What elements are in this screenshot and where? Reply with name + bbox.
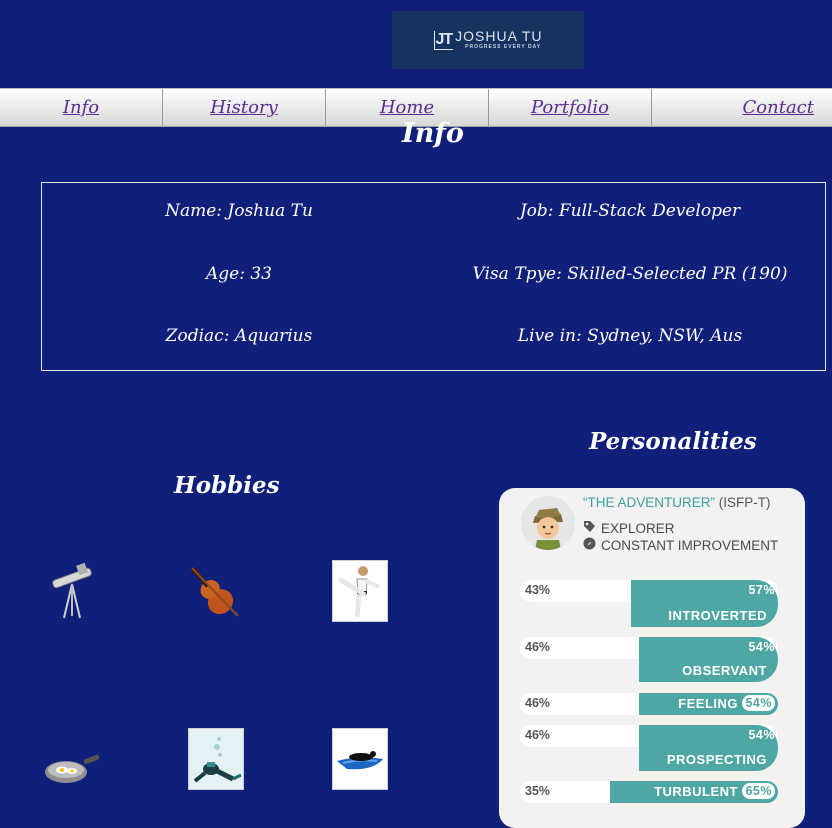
- trait-label: PROSPECTING: [666, 752, 767, 767]
- trait-right-pct: 54%: [742, 695, 775, 711]
- trait-row-introverted: 43% 57% INTROVERTED: [520, 580, 778, 627]
- trait-bar-introverted: 57% INTROVERTED: [631, 580, 778, 627]
- compass-icon: [583, 537, 596, 553]
- trait-right-pct: 54%: [748, 640, 775, 654]
- info-visa: Visa Tpye: Skilled-Selected PR (190): [472, 264, 788, 284]
- tag-icon: [583, 520, 596, 536]
- trait-left-pct: 46%: [525, 696, 551, 710]
- logo-text: JOSHUA TU PROGRESS EVERY DAY: [455, 29, 542, 51]
- info-name: Name: Joshua Tu: [165, 201, 313, 221]
- trait-row-feeling: 46% 54% FEELING: [520, 693, 778, 715]
- strategy-row: CONSTANT IMPROVEMENT: [583, 537, 778, 553]
- trait-left-pct: 35%: [525, 784, 551, 798]
- trait-row-turbulent: 35% 65% TURBULENT: [520, 781, 778, 803]
- trait-row-observant: 46% 54% OBSERVANT: [520, 637, 778, 682]
- role-row: EXPLORER: [583, 520, 675, 536]
- info-location: Live in: Sydney, NSW, Aus: [517, 326, 743, 346]
- trait-left-pct: 43%: [525, 583, 551, 597]
- trait-right-pct: 65%: [742, 783, 775, 799]
- trait-bar-turbulent: 65% TURBULENT: [610, 781, 778, 803]
- info-age: Age: 33: [206, 264, 272, 284]
- trait-bar-prospecting: 54% PROSPECTING: [639, 725, 778, 771]
- trait-label: FEELING: [678, 696, 738, 711]
- info-zodiac: Zodiac: Aquarius: [165, 326, 313, 346]
- avatar: [521, 496, 575, 550]
- trait-left-pct: 46%: [525, 640, 551, 654]
- trait-label: INTROVERTED: [668, 608, 767, 623]
- logo-name: JOSHUA TU: [455, 28, 543, 44]
- personality-strategy: CONSTANT IMPROVEMENT: [601, 537, 779, 553]
- logo-lockup: JT JOSHUA TU PROGRESS EVERY DAY: [433, 29, 543, 51]
- site-logo[interactable]: JT JOSHUA TU PROGRESS EVERY DAY: [392, 11, 584, 69]
- hobbies-title: Hobbies: [174, 472, 280, 499]
- info-job: Job: Full-Stack Developer: [519, 201, 741, 221]
- telescope-icon: [44, 560, 100, 622]
- violin-icon: [186, 560, 242, 622]
- trait-bar-observant: 54% OBSERVANT: [639, 637, 778, 682]
- personality-type: “THE ADVENTURER” (ISFP-T): [583, 495, 771, 510]
- martial-arts-icon: [332, 560, 388, 622]
- trait-bar-feeling: 54% FEELING: [639, 693, 778, 715]
- trait-right-pct: 57%: [748, 583, 775, 597]
- logo-mark: JT: [433, 30, 454, 50]
- trait-label: OBSERVANT: [682, 663, 767, 678]
- logo-tagline: PROGRESS EVERY DAY: [465, 44, 542, 50]
- frying-pan-icon: [44, 728, 100, 790]
- info-title: Info: [402, 118, 464, 149]
- personality-type-code: (ISFP-T): [718, 495, 771, 510]
- personality-type-name: “THE ADVENTURER”: [583, 495, 716, 510]
- trait-label: TURBULENT: [654, 784, 738, 799]
- personalities-title: Personalities: [589, 428, 757, 455]
- trait-row-prospecting: 46% 54% PROSPECTING: [520, 725, 778, 771]
- info-box: Name: Joshua Tu Job: Full-Stack Develope…: [41, 182, 826, 371]
- personality-card: “THE ADVENTURER” (ISFP-T) EXPLORER CONST…: [499, 488, 805, 828]
- trait-left-pct: 46%: [525, 728, 551, 742]
- scuba-diving-icon: [188, 728, 244, 790]
- surfing-icon: [332, 728, 388, 790]
- personality-role: EXPLORER: [601, 520, 675, 536]
- trait-right-pct: 54%: [748, 728, 775, 742]
